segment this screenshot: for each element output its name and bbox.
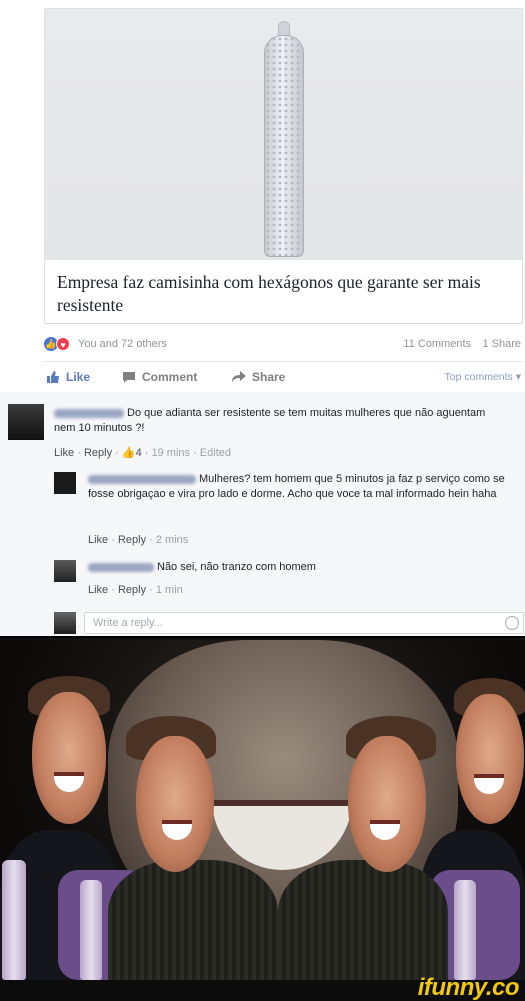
laughing-man-face bbox=[32, 692, 106, 824]
comment-icon bbox=[123, 372, 135, 383]
avatar bbox=[54, 612, 76, 634]
water-bottle bbox=[454, 880, 476, 980]
comment-button[interactable]: Comment bbox=[122, 370, 197, 384]
laughing-man-face bbox=[456, 694, 524, 824]
ifunny-watermark: ifunny.co bbox=[417, 974, 520, 1001]
comment-time[interactable]: 19 mins bbox=[151, 447, 190, 459]
reply-time[interactable]: 2 mins bbox=[156, 534, 188, 546]
comment-sort-dropdown[interactable]: Top comments ▾ bbox=[445, 371, 521, 383]
comment-like-link[interactable]: Like bbox=[54, 447, 74, 459]
link-preview-image[interactable] bbox=[45, 9, 522, 260]
laughing-mouth bbox=[370, 820, 400, 840]
share-arrow-icon bbox=[232, 371, 246, 382]
divider bbox=[44, 361, 523, 362]
facebook-post: Empresa faz camisinha com hexágonos que … bbox=[0, 0, 525, 638]
condom-body bbox=[263, 35, 304, 257]
laughing-man-face bbox=[348, 736, 426, 872]
laughing-mouth bbox=[54, 772, 84, 792]
post-action-bar: Like Comment Share Top comments ▾ bbox=[44, 366, 523, 388]
reply-item: Não sei, não tranzo com homem bbox=[88, 560, 518, 575]
commenter-name-blurred[interactable] bbox=[88, 474, 196, 484]
avatar[interactable] bbox=[54, 560, 76, 582]
reply-like-link[interactable]: Like bbox=[88, 584, 108, 596]
comment-reply-link[interactable]: Reply bbox=[84, 447, 112, 459]
laughing-mouth bbox=[162, 820, 192, 840]
avatar[interactable] bbox=[54, 472, 76, 494]
commenter-name-blurred[interactable] bbox=[54, 408, 124, 418]
reply-placeholder: Write a reply... bbox=[93, 617, 163, 629]
hexagon-condom-image bbox=[262, 21, 306, 257]
like-label: Like bbox=[66, 370, 91, 384]
thumbs-up-icon bbox=[47, 371, 59, 383]
share-button[interactable]: Share bbox=[232, 370, 285, 384]
comment-likes-icon[interactable]: 👍 bbox=[122, 447, 136, 459]
link-preview-card[interactable]: Empresa faz camisinha com hexágonos que … bbox=[44, 8, 523, 324]
reply-reply-link[interactable]: Reply bbox=[118, 584, 146, 596]
comments-count[interactable]: 11 Comments bbox=[403, 338, 471, 350]
reply-meta: Like · Reply · 1 min bbox=[88, 584, 183, 596]
reply-time[interactable]: 1 min bbox=[156, 584, 183, 596]
love-reaction-icon[interactable]: ♥ bbox=[56, 337, 70, 351]
laughing-man-sweater bbox=[278, 860, 448, 980]
share-label: Share bbox=[252, 370, 286, 384]
reply-reply-link[interactable]: Reply bbox=[118, 534, 146, 546]
reply-meta: Like · Reply · 2 mins bbox=[88, 534, 189, 546]
reply-input[interactable]: Write a reply... bbox=[84, 612, 524, 634]
reactions-summary: 👍 ♥ You and 72 others 11 Comments 1 Shar… bbox=[44, 334, 523, 354]
comment-likes-count[interactable]: 4 bbox=[136, 447, 142, 459]
like-button[interactable]: Like bbox=[46, 370, 90, 384]
comment-meta: Like · Reply · 👍4 · 19 mins · Edited bbox=[54, 447, 231, 459]
link-preview-title[interactable]: Empresa faz camisinha com hexágonos que … bbox=[57, 271, 517, 317]
watermark-bar: ifunny.co bbox=[0, 974, 525, 1001]
laughing-mouth bbox=[474, 774, 504, 794]
comment-label: Comment bbox=[142, 370, 198, 384]
water-bottle bbox=[80, 880, 102, 980]
shares-count[interactable]: 1 Share bbox=[482, 338, 521, 350]
reply-text: Não sei, não tranzo com homem bbox=[157, 561, 316, 573]
reply-item: Mulheres? tem homem que 5 minutos ja faz… bbox=[88, 472, 518, 502]
background-grin-mouth bbox=[212, 800, 352, 870]
comment-edited-label[interactable]: Edited bbox=[200, 447, 231, 459]
comment-item: Do que adianta ser resistente se tem mui… bbox=[54, 406, 504, 436]
laughing-man-face bbox=[136, 736, 214, 872]
water-bottle bbox=[2, 860, 26, 980]
reactions-count-text[interactable]: You and 72 others bbox=[78, 338, 167, 350]
commenter-name-blurred[interactable] bbox=[88, 562, 154, 572]
laughing-man-sweater bbox=[108, 860, 278, 980]
reply-like-link[interactable]: Like bbox=[88, 534, 108, 546]
emoji-smiley-icon[interactable] bbox=[505, 616, 519, 630]
avatar[interactable] bbox=[8, 404, 44, 440]
comments-section: Do que adianta ser resistente se tem mui… bbox=[0, 392, 525, 636]
laughing-meme-image bbox=[0, 640, 525, 980]
